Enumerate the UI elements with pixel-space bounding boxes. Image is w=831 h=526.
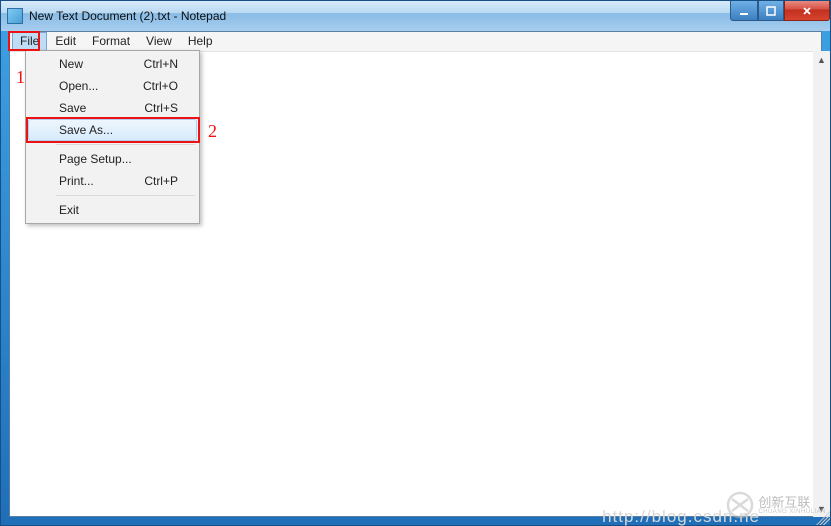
- menu-item-label: Save As...: [59, 123, 178, 137]
- vertical-scrollbar[interactable]: ▲ ▼: [813, 51, 830, 517]
- window-title: New Text Document (2).txt - Notepad: [29, 9, 226, 23]
- menu-item-label: New: [59, 57, 144, 71]
- minimize-button[interactable]: [730, 1, 758, 21]
- menu-item-label: Exit: [59, 203, 178, 217]
- maximize-button[interactable]: [758, 1, 784, 21]
- file-menu-dropdown: New Ctrl+N Open... Ctrl+O Save Ctrl+S Sa…: [25, 50, 200, 224]
- menu-item-shortcut: Ctrl+S: [144, 101, 178, 115]
- menu-file[interactable]: File: [12, 32, 47, 51]
- menu-item-exit[interactable]: Exit: [28, 199, 197, 221]
- menu-item-label: Print...: [59, 174, 144, 188]
- close-button[interactable]: [784, 1, 830, 21]
- notepad-window: New Text Document (2).txt - Notepad File…: [0, 0, 831, 526]
- menu-help[interactable]: Help: [180, 32, 221, 51]
- window-controls: [730, 1, 830, 21]
- menu-item-save[interactable]: Save Ctrl+S: [28, 97, 197, 119]
- menu-format[interactable]: Format: [84, 32, 138, 51]
- menu-item-shortcut: Ctrl+O: [143, 79, 178, 93]
- menu-item-new[interactable]: New Ctrl+N: [28, 53, 197, 75]
- menu-item-label: Open...: [59, 79, 143, 93]
- menu-separator: [56, 144, 195, 145]
- menu-item-shortcut: Ctrl+P: [144, 174, 178, 188]
- menu-separator: [56, 195, 195, 196]
- menubar: File Edit Format View Help: [10, 32, 821, 52]
- notepad-icon: [7, 8, 23, 24]
- menu-item-label: Save: [59, 101, 144, 115]
- menu-item-label: Page Setup...: [59, 152, 178, 166]
- menu-item-page-setup[interactable]: Page Setup...: [28, 148, 197, 170]
- menu-view[interactable]: View: [138, 32, 180, 51]
- menu-edit[interactable]: Edit: [47, 32, 84, 51]
- scroll-up-button[interactable]: ▲: [813, 51, 830, 68]
- menu-item-shortcut: Ctrl+N: [144, 57, 178, 71]
- menu-item-save-as[interactable]: Save As...: [28, 119, 197, 141]
- resize-grip[interactable]: [816, 511, 830, 525]
- titlebar[interactable]: New Text Document (2).txt - Notepad: [1, 1, 830, 31]
- menu-item-open[interactable]: Open... Ctrl+O: [28, 75, 197, 97]
- menu-item-print[interactable]: Print... Ctrl+P: [28, 170, 197, 192]
